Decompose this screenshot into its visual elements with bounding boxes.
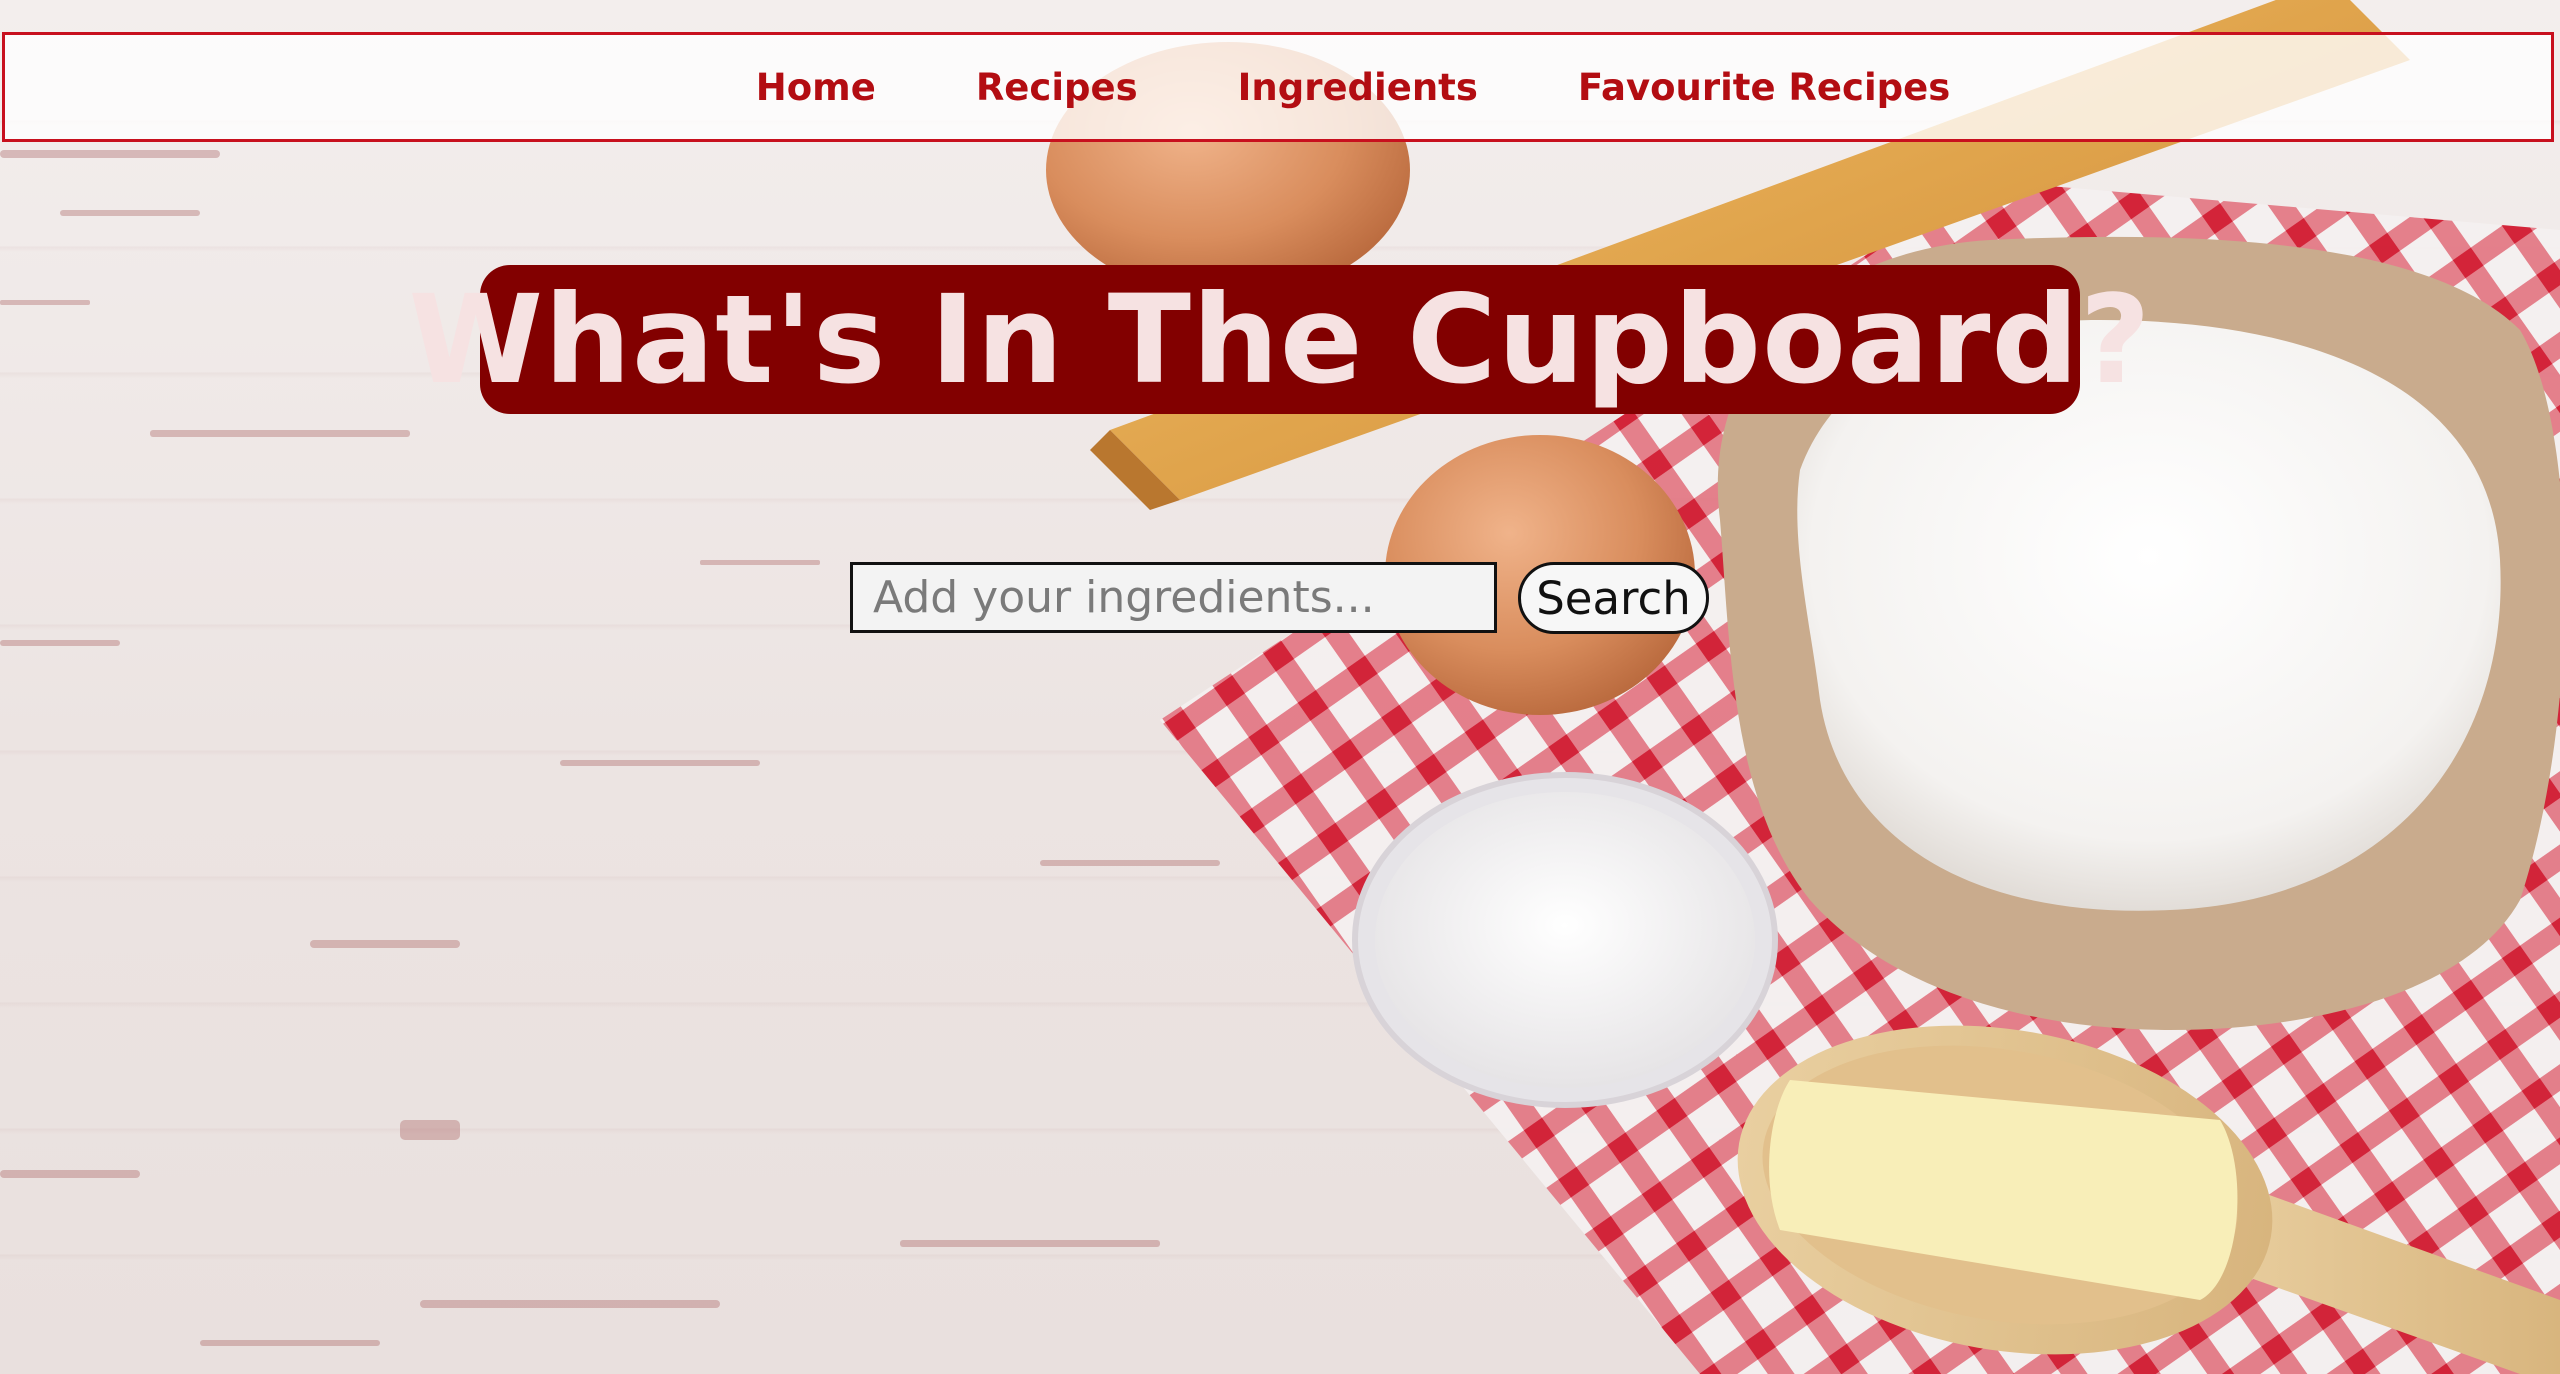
nav-link-recipes[interactable]: Recipes bbox=[976, 66, 1138, 109]
nav-links: Home Recipes Ingredients Favourite Recip… bbox=[756, 66, 1950, 109]
search-button[interactable]: Search bbox=[1518, 562, 1709, 634]
kitchen-scene bbox=[0, 0, 2560, 1374]
top-nav-bar: Home Recipes Ingredients Favourite Recip… bbox=[2, 32, 2554, 142]
ingredient-search-input[interactable] bbox=[850, 562, 1497, 633]
nav-link-home[interactable]: Home bbox=[756, 66, 876, 109]
page-title: What's In The Cupboard? bbox=[408, 268, 2152, 411]
page-title-banner: What's In The Cupboard? bbox=[409, 265, 2151, 414]
background-photo bbox=[0, 0, 2560, 1374]
nav-link-favourite-recipes[interactable]: Favourite Recipes bbox=[1578, 66, 1950, 109]
sugar-bowl-icon bbox=[1352, 772, 1778, 1108]
nav-link-ingredients[interactable]: Ingredients bbox=[1238, 66, 1478, 109]
